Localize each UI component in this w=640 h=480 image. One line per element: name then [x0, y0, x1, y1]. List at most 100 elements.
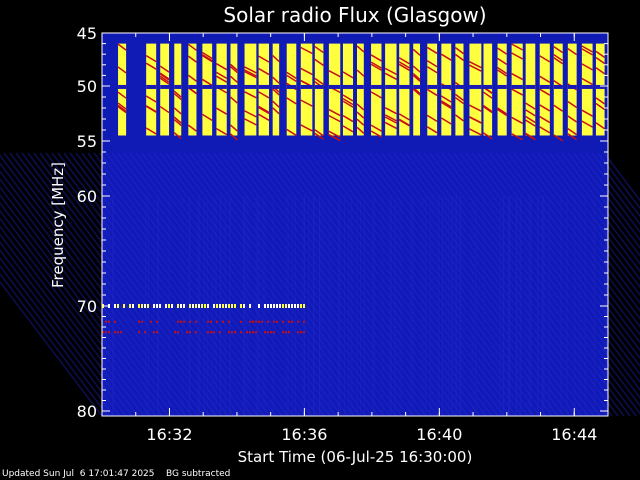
emission-segment [270, 331, 272, 334]
emission-segment [276, 320, 278, 323]
band-gap [160, 84, 170, 89]
emission-segment [198, 304, 200, 308]
emission-segment [264, 331, 266, 334]
emission-segment [246, 331, 248, 334]
emission-segment [177, 304, 179, 308]
emission-segment [180, 304, 182, 308]
emission-segment [240, 304, 242, 308]
band-gap [258, 84, 270, 89]
y-tick-label: 55 [77, 132, 97, 151]
band-gap [202, 84, 213, 89]
emission-segment [267, 320, 269, 323]
emission-segment [210, 320, 212, 323]
emission-segment [114, 331, 116, 334]
emission-segment [195, 331, 197, 334]
emission-segment [165, 304, 167, 308]
emission-segment [234, 304, 236, 308]
emission-segment [291, 320, 293, 323]
emission-segment [231, 304, 233, 308]
spectrogram-figure: Solar radio Flux (Glasgow) 455055607080 … [0, 3, 640, 466]
emission-segment [180, 320, 182, 323]
band-gap [357, 84, 364, 89]
emission-segment [186, 331, 188, 334]
emission-segment [240, 320, 242, 323]
emission-segment [273, 331, 275, 334]
band-gap [413, 84, 421, 89]
emission-segment [288, 304, 290, 308]
x-tick-label: 16:40 [416, 425, 462, 444]
emission-segment [156, 331, 158, 334]
band-gap [146, 84, 157, 89]
emission-segment [168, 304, 170, 308]
footer-bg-note: BG subtracted [165, 469, 231, 479]
emission-segment [207, 331, 209, 334]
emission-segment [234, 331, 236, 334]
emission-segment [183, 320, 185, 323]
emission-segment [252, 331, 254, 334]
emission-segment [201, 304, 203, 308]
emission-segment [228, 304, 230, 308]
emission-segment [303, 331, 305, 334]
band-gap [371, 84, 382, 89]
band-gap [399, 84, 410, 89]
band-gap [385, 84, 397, 89]
band-column [314, 43, 324, 136]
band-gap [497, 84, 507, 89]
emission-segment [195, 304, 197, 308]
emission-segment [297, 320, 299, 323]
emission-segment [114, 304, 116, 308]
emission-segment [231, 331, 233, 334]
emission-segment [153, 331, 155, 334]
emission-segment [219, 304, 221, 308]
band-gap [441, 84, 452, 89]
emission-segment [207, 320, 209, 323]
band-gap [328, 84, 341, 89]
emission-segment [261, 320, 263, 323]
emission-segment [225, 304, 227, 308]
emission-segment [114, 320, 116, 323]
emission-segment [123, 304, 125, 308]
emission-segment [216, 304, 218, 308]
emission-segment [117, 304, 119, 308]
emission-segment [213, 331, 215, 334]
band-gap [483, 84, 493, 89]
band-gap [272, 84, 280, 89]
x-tick-label: 16:44 [551, 425, 597, 444]
emission-segment [150, 320, 152, 323]
emission-segment [213, 304, 215, 308]
emission-segment [249, 331, 251, 334]
y-tick-label: 45 [77, 24, 97, 43]
band-gap [216, 84, 227, 89]
chart-title: Solar radio Flux (Glasgow) [223, 3, 486, 27]
emission-segment [258, 304, 260, 308]
emission-segment [282, 320, 284, 323]
emission-segment [174, 331, 176, 334]
emission-segment [279, 304, 281, 308]
band-gap [188, 84, 197, 89]
emission-segment [171, 304, 173, 308]
emission-segment [210, 331, 212, 334]
emission-segment [255, 320, 257, 323]
band-gap [511, 84, 523, 89]
y-tick-label: 80 [77, 402, 97, 421]
band-column [118, 43, 127, 136]
emission-segment [291, 304, 293, 308]
emission-segment [195, 320, 197, 323]
feature-striped-interference-band [117, 43, 606, 142]
emission-segment [207, 304, 209, 308]
emission-segment [249, 304, 251, 308]
band-column [497, 43, 507, 136]
emission-segment [129, 304, 131, 308]
emission-segment [273, 304, 275, 308]
band-gap [469, 84, 482, 89]
y-tick-label: 70 [77, 297, 97, 316]
emission-segment [282, 331, 284, 334]
emission-segment [141, 320, 143, 323]
emission-segment [189, 320, 191, 323]
emission-segment [276, 304, 278, 308]
emission-segment [285, 331, 287, 334]
emission-segment [267, 304, 269, 308]
band-column [160, 43, 170, 136]
band-gap [174, 84, 182, 89]
emission-segment [270, 304, 272, 308]
